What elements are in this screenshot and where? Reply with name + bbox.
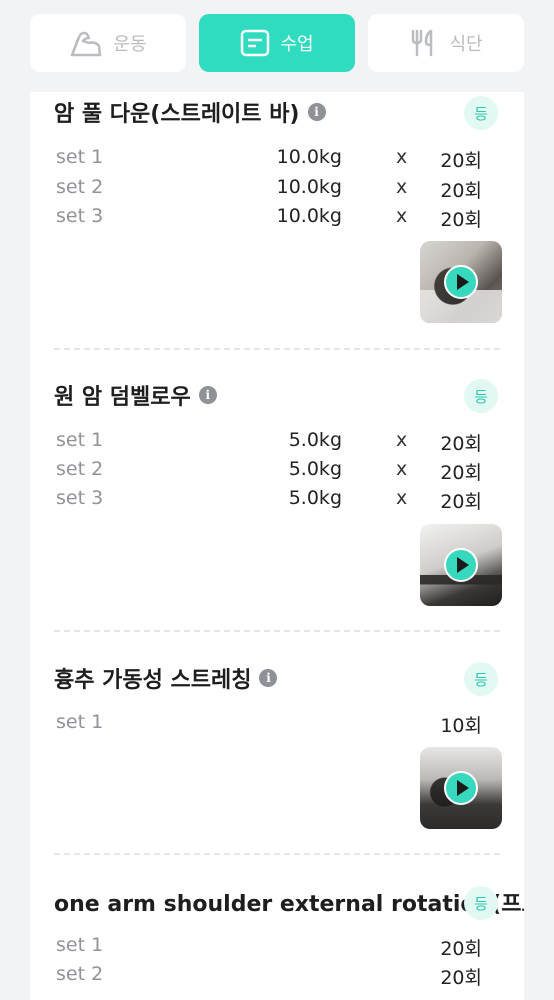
- muscle-tag: 등: [464, 886, 498, 920]
- set-weight: 10.0kg: [276, 205, 342, 227]
- exercise-video-thumbnail[interactable]: [420, 747, 502, 829]
- exercise-title: 암 풀 다운(스트레이트 바): [54, 102, 300, 127]
- set-reps: 10회: [440, 715, 482, 737]
- set-weight: 5.0kg: [288, 487, 342, 509]
- muscle-tag: 등: [464, 662, 498, 696]
- fork-knife-icon: [409, 28, 439, 58]
- set-reps: 20회: [440, 491, 482, 513]
- set-label: set 2: [56, 963, 104, 985]
- set-label: set 3: [56, 205, 104, 227]
- set-reps: 20회: [440, 462, 482, 484]
- exercise-title: one arm shoulder external rotation(프로): [54, 892, 524, 917]
- exercise-title-row: 원 암 덤벨로우 i: [54, 375, 217, 415]
- set-label: set 1: [56, 934, 104, 956]
- set-reps: 20회: [440, 967, 482, 989]
- divider: [54, 630, 500, 632]
- set-row: set 1 10회: [56, 707, 492, 737]
- info-icon[interactable]: i: [307, 103, 326, 121]
- set-multiply: x: [396, 487, 408, 509]
- set-multiply: x: [396, 205, 408, 227]
- play-icon: [444, 265, 478, 299]
- set-multiply: x: [396, 458, 408, 480]
- set-reps: 20회: [440, 209, 482, 231]
- muscle-tag: 등: [464, 379, 498, 413]
- set-label: set 1: [56, 146, 104, 168]
- tab-diet[interactable]: 식단: [368, 14, 524, 72]
- set-label: set 3: [56, 487, 104, 509]
- play-icon: [444, 548, 478, 582]
- divider: [54, 348, 500, 350]
- set-label: set 1: [56, 711, 104, 733]
- set-row: set 3 5.0kg x 20회: [56, 483, 492, 513]
- muscle-tag: 등: [464, 96, 498, 130]
- set-weight: 10.0kg: [276, 176, 342, 198]
- set-row: set 2 10.0kg x 20회: [56, 172, 492, 202]
- set-reps: 20회: [440, 150, 482, 172]
- set-label: set 2: [56, 458, 104, 480]
- set-row: set 1 5.0kg x 20회: [56, 425, 492, 455]
- set-multiply: x: [396, 146, 408, 168]
- set-row: set 3 10.0kg x 20회: [56, 201, 492, 231]
- set-row: set 1 20회: [56, 930, 492, 960]
- info-icon[interactable]: i: [259, 669, 278, 687]
- divider: [54, 853, 500, 855]
- note-icon: [240, 29, 270, 57]
- set-weight: 5.0kg: [288, 429, 342, 451]
- set-reps: 20회: [440, 433, 482, 455]
- set-row: set 2 20회: [56, 959, 492, 989]
- exercise-video-thumbnail[interactable]: [420, 524, 502, 606]
- tab-class[interactable]: 수업: [199, 14, 355, 72]
- set-row: set 1 10.0kg x 20회: [56, 142, 492, 172]
- tab-exercise-label: 운동: [113, 34, 147, 55]
- set-label: set 1: [56, 429, 104, 451]
- exercise-title-row: 흉추 가동성 스트레칭 i: [54, 658, 278, 698]
- set-reps: 20회: [440, 180, 482, 202]
- exercise-title-row: one arm shoulder external rotation(프로): [54, 882, 524, 922]
- exercise-title: 원 암 덤벨로우: [54, 385, 191, 410]
- set-multiply: x: [396, 176, 408, 198]
- arm-muscle-icon: [69, 28, 103, 58]
- class-exercise-list[interactable]: 암 풀 다운(스트레이트 바) i 등 set 1 10.0kg x 20회 s…: [30, 92, 524, 1000]
- tab-diet-label: 식단: [449, 34, 483, 55]
- tab-exercise[interactable]: 운동: [30, 14, 186, 72]
- set-row: set 2 5.0kg x 20회: [56, 454, 492, 484]
- exercise-title-row: 암 풀 다운(스트레이트 바) i: [54, 92, 326, 132]
- set-multiply: x: [396, 429, 408, 451]
- info-icon[interactable]: i: [198, 386, 217, 404]
- tab-bar: 운동 수업 식단: [0, 0, 554, 92]
- exercise-video-thumbnail[interactable]: [420, 241, 502, 323]
- tab-class-label: 수업: [280, 34, 314, 55]
- exercise-title: 흉추 가동성 스트레칭: [54, 668, 252, 693]
- set-weight: 5.0kg: [288, 458, 342, 480]
- set-label: set 2: [56, 176, 104, 198]
- set-reps: 20회: [440, 938, 482, 960]
- set-weight: 10.0kg: [276, 146, 342, 168]
- play-icon: [444, 771, 478, 805]
